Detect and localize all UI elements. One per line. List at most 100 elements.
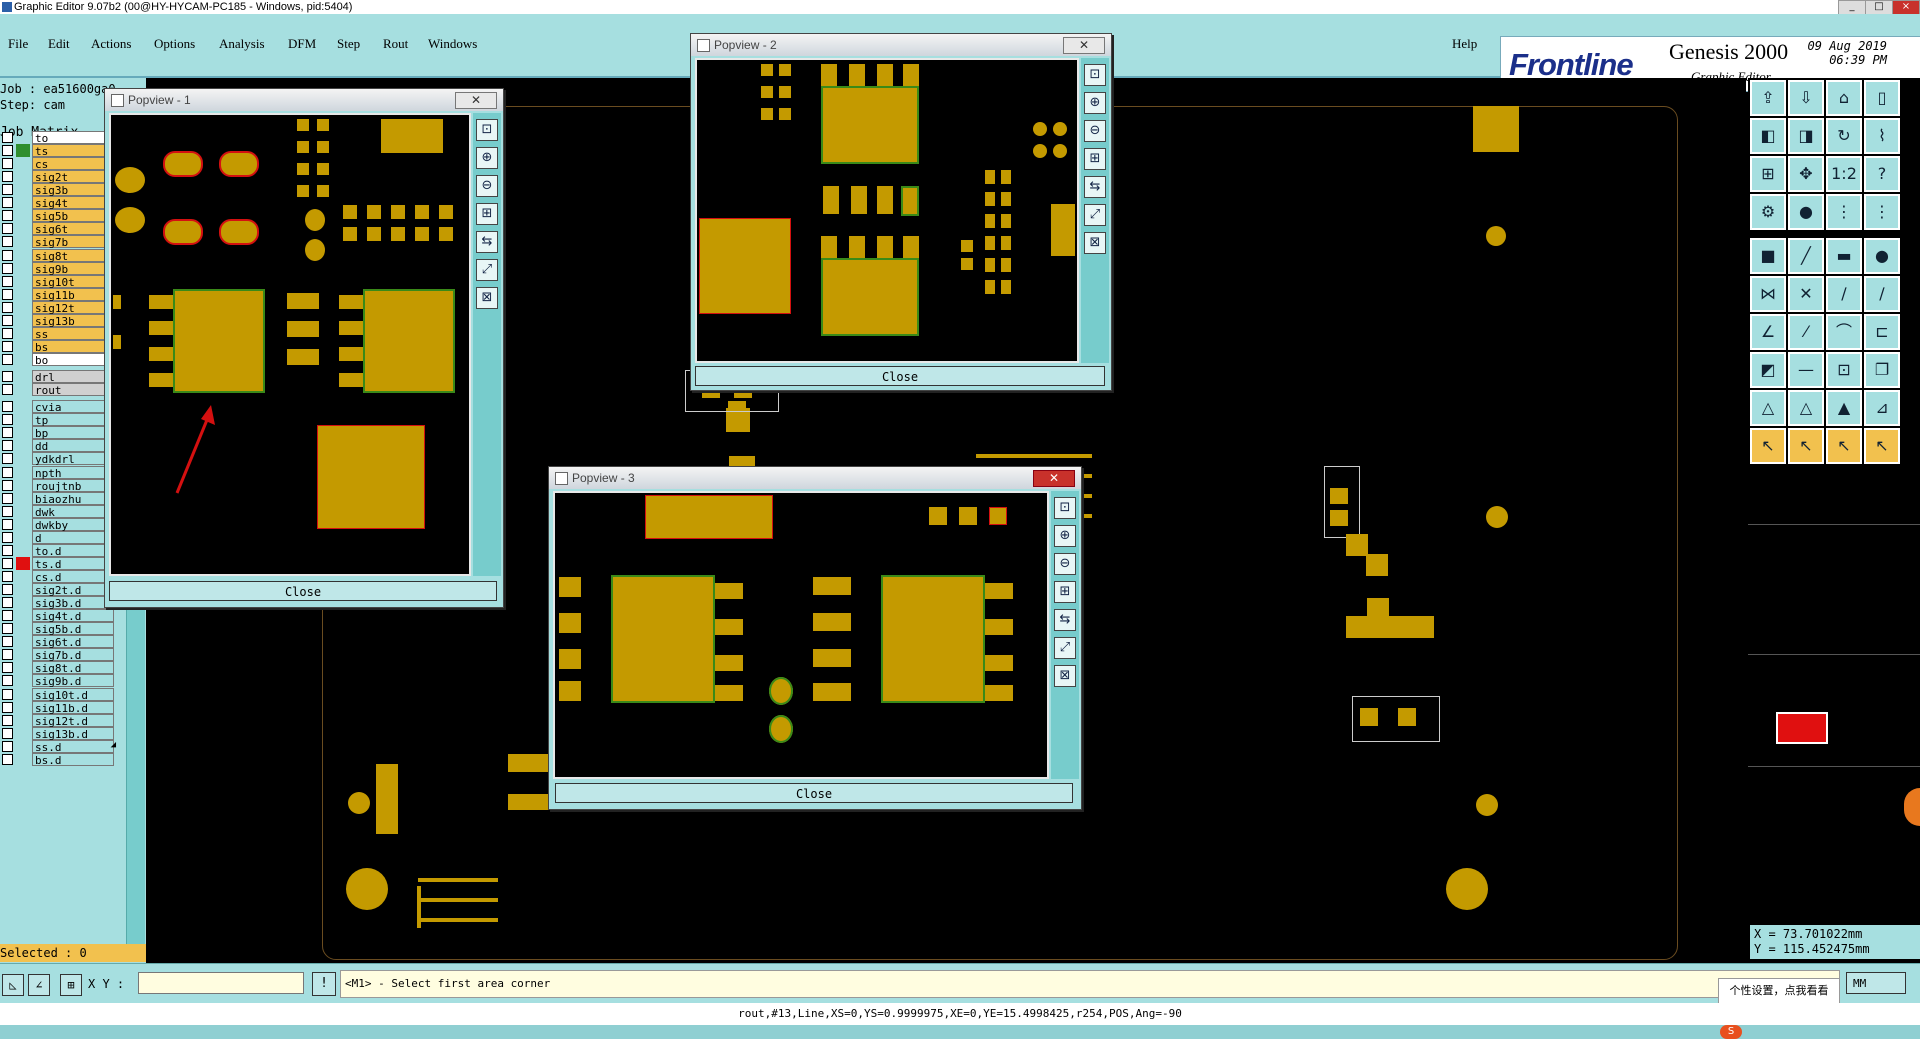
help-icon[interactable]: ? [1864,156,1900,192]
popview-2-close-x[interactable]: ✕ [1063,37,1105,54]
select-icon[interactable]: ↖ [1750,428,1786,464]
layer-name[interactable]: sig12t [32,300,114,315]
menu-windows[interactable]: Windows [428,36,477,52]
layer-name[interactable]: ts [32,144,114,158]
pan-icon[interactable]: ⇆ [1054,609,1076,631]
layer-checkbox[interactable] [2,597,13,609]
menu-step[interactable]: Step [337,36,360,52]
layer-name[interactable]: sig6t.d [32,635,114,649]
menu-actions[interactable]: Actions [91,36,131,52]
layer-name[interactable]: sig4t [32,196,114,210]
layer-name[interactable]: bo [32,353,114,367]
layer-checkbox[interactable] [2,184,13,196]
layer-name[interactable]: bs [32,339,114,354]
grid-icon[interactable]: ⊞ [60,974,82,996]
layer-name[interactable]: bs.d [32,752,114,767]
zoom-all-icon[interactable]: ⊠ [476,287,498,309]
layer-checkbox[interactable] [2,384,13,396]
layer-checkbox[interactable] [2,753,13,765]
popview-2-titlebar[interactable]: Popview - 2 ✕ [691,34,1111,56]
add-surface-icon[interactable]: ● [1864,238,1900,274]
layer-name[interactable]: roujtnb [32,478,114,493]
layer-name[interactable]: sig7b.d [32,648,114,662]
layer-name[interactable]: ydkdrl [32,452,114,466]
menu-options[interactable]: Options [154,36,195,52]
zoom-out-icon[interactable]: ⊖ [476,175,498,197]
zoom-all-icon[interactable]: ⊠ [1054,665,1076,687]
layer-name[interactable]: biaozhu [32,491,114,506]
align-icon[interactable]: ⊡ [1826,352,1862,388]
layer-name[interactable]: bp [32,426,114,440]
layer-name[interactable]: sig5b.d [32,622,114,636]
layer-checkbox[interactable] [2,544,13,556]
xy-input[interactable] [138,972,304,994]
layer-name[interactable]: sig5b [32,209,114,223]
layer-checkbox[interactable] [2,740,13,752]
menu-rout[interactable]: Rout [383,36,408,52]
layer-row[interactable]: bo◢ [0,352,118,367]
triangle-fill-icon[interactable]: ▲ [1826,390,1862,426]
menu-dfm[interactable]: DFM [288,36,316,52]
features-icon[interactable]: ⚙ [1750,194,1786,230]
layer-checkbox[interactable] [2,145,13,157]
layer-checkbox[interactable] [2,301,13,313]
layer-checkbox[interactable] [2,570,13,582]
pin-icon[interactable]: ● [1788,194,1824,230]
menu-edit[interactable]: Edit [48,36,70,52]
cross-icon[interactable]: ✕ [1788,276,1824,312]
layer-checkbox[interactable] [2,427,13,439]
layer-checkbox[interactable] [2,371,13,383]
layer-name[interactable]: sig10t.d [32,687,114,702]
layer-checkbox[interactable] [2,288,13,300]
layer-name[interactable]: cvia [32,400,114,414]
layer-name[interactable]: sig12t.d [32,713,114,728]
layer-checkbox[interactable] [2,610,13,622]
layer-checkbox[interactable] [2,327,13,339]
layer-name[interactable]: sig4t.d [32,609,114,623]
layer-checkbox[interactable] [2,727,13,739]
menu-file[interactable]: File [8,36,28,52]
layer-checkbox[interactable] [2,197,13,209]
open-job-icon[interactable]: ⇪ [1750,80,1786,116]
layer-checkbox[interactable] [2,701,13,713]
arc-icon[interactable]: ⌒ [1826,314,1862,350]
layer-checkbox[interactable] [2,453,13,465]
ime-logo-icon[interactable]: S [1720,1025,1742,1039]
popview-3-close-x[interactable]: ✕ [1033,470,1075,487]
route-end-icon[interactable]: ∕ [1864,276,1900,312]
menu-analysis[interactable]: Analysis [219,36,265,52]
layer-checkbox[interactable] [2,531,13,543]
layer-name[interactable]: to [32,131,114,145]
zoom-fit-icon[interactable]: ⊞ [476,203,498,225]
zoom-home-icon[interactable]: ⊡ [1054,497,1076,519]
layer-name[interactable]: sig10t [32,274,114,289]
layer-name[interactable]: sig3b [32,183,114,197]
frame-icon[interactable]: ▯ [1864,80,1900,116]
info-icon[interactable]: ! [312,972,336,996]
layer-checkbox[interactable] [2,236,13,248]
layer-name[interactable]: sig3b.d [32,596,114,610]
layer-name[interactable]: ss [32,326,114,341]
add-text-icon[interactable]: ▬ [1826,238,1862,274]
units-selector[interactable]: MM [1846,972,1906,994]
layer-checkbox[interactable] [2,662,13,674]
minimize-button[interactable]: _ [1838,0,1866,15]
zoom-in-icon[interactable]: ⊕ [476,147,498,169]
layer-name[interactable]: sig9b [32,261,114,276]
layer-name[interactable]: npth [32,465,114,480]
layer-checkbox[interactable] [2,440,13,452]
layer-checkbox[interactable] [2,492,13,504]
popview-2-canvas[interactable] [695,58,1079,363]
add-line-icon[interactable]: ╱ [1788,238,1824,274]
layer-checkbox[interactable] [2,401,13,413]
layer-name[interactable]: dd [32,439,114,453]
zoom-center-icon[interactable]: ✥ [1788,156,1824,192]
net-icon[interactable]: ⋮ [1826,194,1862,230]
horizontal-icon[interactable]: — [1788,352,1824,388]
pan-icon[interactable]: ⇆ [1084,176,1106,198]
zoom-out-icon[interactable]: ⊖ [1054,553,1076,575]
layer-name[interactable]: sig8t.d [32,661,114,675]
layer-checkbox[interactable] [2,262,13,274]
side-badge[interactable] [1904,788,1920,826]
zoom-fit-icon[interactable]: ⊞ [1750,156,1786,192]
